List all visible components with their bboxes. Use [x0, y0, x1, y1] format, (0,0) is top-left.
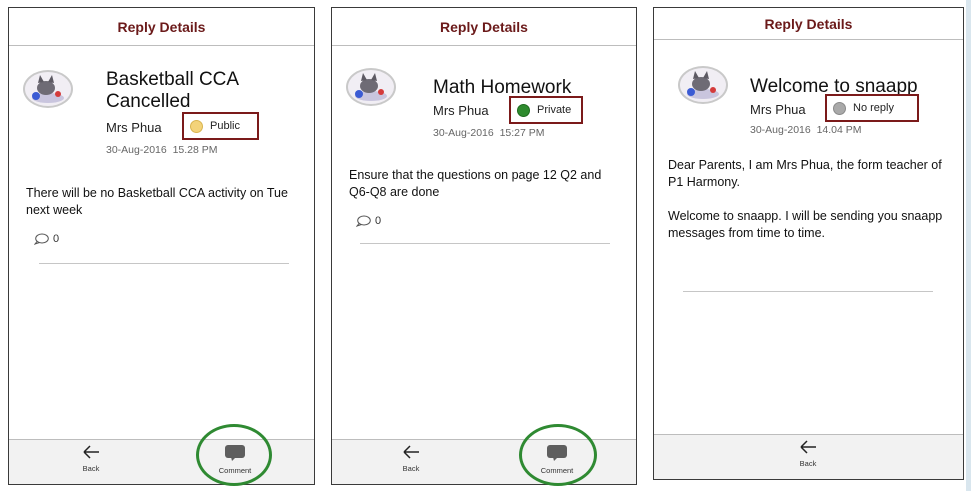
- speech-bubble-icon: [356, 215, 371, 227]
- back-button[interactable]: Back: [61, 444, 121, 473]
- divider: [683, 291, 933, 292]
- divider: [39, 263, 289, 264]
- screen-basketball: Reply Details Basketball CCA Cancelled M…: [8, 7, 315, 485]
- speech-bubble-icon: [34, 233, 49, 245]
- visibility-badge: Private: [509, 96, 583, 124]
- author-name: Mrs Phua: [106, 120, 162, 135]
- author-name: Mrs Phua: [750, 102, 806, 117]
- bottom-bar: Back: [654, 434, 963, 479]
- timestamp: 30-Aug-2016 15:27 PM: [433, 127, 545, 139]
- page-title: Reply Details: [332, 8, 636, 46]
- timestamp: 30-Aug-2016 15.28 PM: [106, 144, 218, 156]
- back-arrow-icon: [403, 445, 419, 459]
- back-arrow-icon: [83, 445, 99, 459]
- comment-count[interactable]: 0: [356, 215, 381, 227]
- divider: [360, 243, 610, 244]
- page-title: Reply Details: [9, 8, 314, 46]
- message-body: Dear Parents, I am Mrs Phua, the form te…: [668, 158, 943, 240]
- message-body: Ensure that the questions on page 12 Q2 …: [349, 168, 602, 199]
- message-title: Basketball CCA Cancelled: [106, 69, 240, 112]
- back-arrow-icon: [800, 440, 816, 454]
- private-dot-icon: [517, 103, 530, 117]
- visibility-badge: No reply: [825, 94, 919, 122]
- timestamp: 30-Aug-2016 14.04 PM: [750, 124, 862, 136]
- public-dot-icon: [190, 119, 203, 133]
- visibility-badge: Public: [182, 112, 259, 140]
- no-reply-dot-icon: [833, 101, 846, 115]
- comment-count[interactable]: 0: [34, 233, 59, 245]
- background-edge: [966, 0, 971, 491]
- avatar: [678, 66, 728, 104]
- screen-math: Reply Details Math Homework Mrs Phua Pri…: [331, 7, 637, 485]
- back-button[interactable]: Back: [381, 444, 441, 473]
- screen-welcome: Reply Details Welcome to snaapp Mrs Phua…: [653, 7, 964, 480]
- highlight-ring: [519, 424, 597, 486]
- author-name: Mrs Phua: [433, 103, 489, 118]
- page-title: Reply Details: [654, 8, 963, 40]
- highlight-ring: [196, 424, 272, 486]
- message-body: There will be no Basketball CCA activity…: [26, 186, 288, 217]
- avatar: [23, 70, 73, 108]
- back-button[interactable]: Back: [778, 439, 838, 468]
- avatar: [346, 68, 396, 106]
